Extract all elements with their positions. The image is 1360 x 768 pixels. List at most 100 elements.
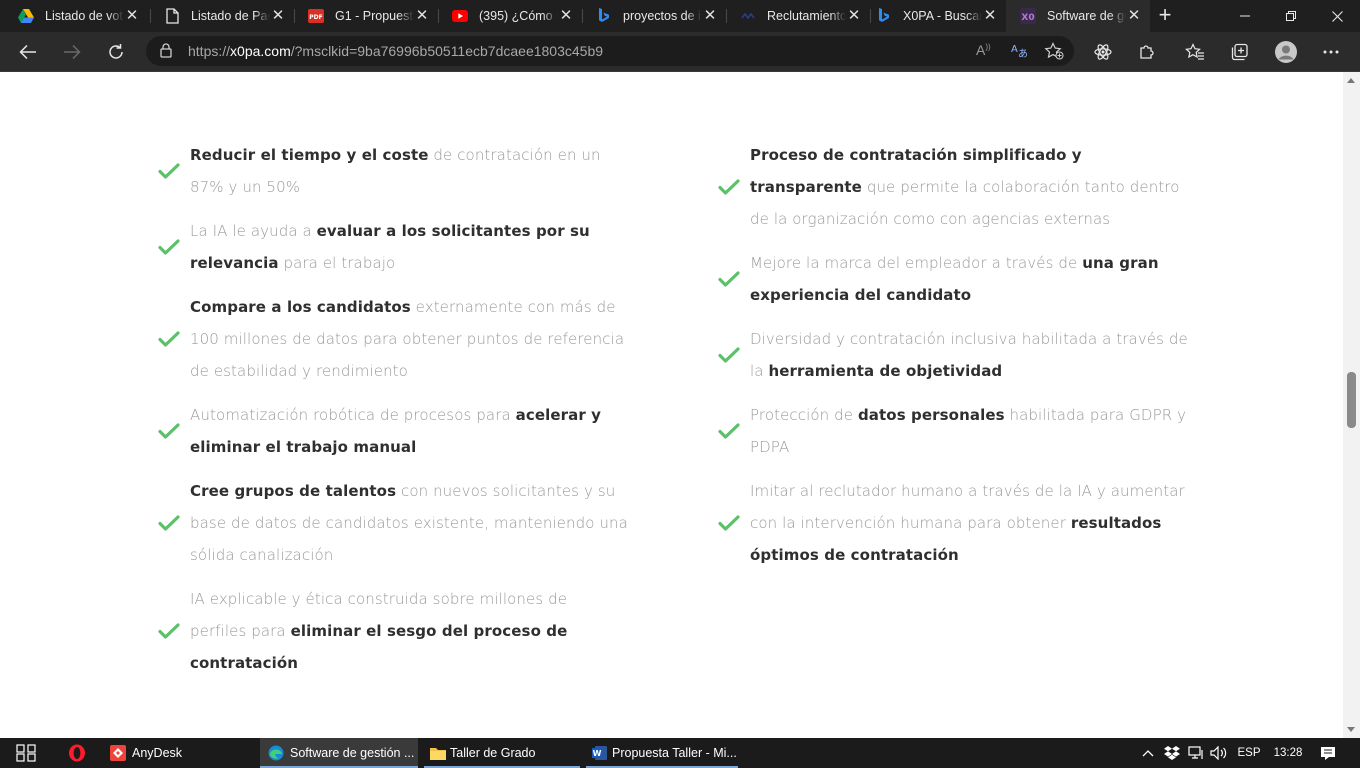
task-view-icon[interactable] xyxy=(0,738,52,768)
feature-bold-text: Compare a los candidatos xyxy=(190,298,411,316)
pdf-icon: PDF xyxy=(308,8,324,24)
document-icon xyxy=(164,8,180,24)
close-icon[interactable]: ✕ xyxy=(124,8,140,24)
network-icon[interactable] xyxy=(1186,738,1206,768)
tab-listado-votos[interactable]: Listado de vot ✕ xyxy=(4,0,148,32)
extension-atom-icon[interactable] xyxy=(1087,36,1119,68)
close-icon[interactable]: ✕ xyxy=(702,8,718,24)
tab-youtube[interactable]: (395) ¿Cómo C ✕ xyxy=(438,0,582,32)
opera-icon[interactable] xyxy=(58,738,96,768)
favorites-icon[interactable] xyxy=(1179,36,1211,68)
feature-item: Proceso de contratación simplificado y t… xyxy=(718,139,1188,235)
more-menu-icon[interactable] xyxy=(1315,36,1347,68)
url-prefix: https:// xyxy=(188,43,231,59)
taskbar-app-label: Propuesta Taller - Mi... xyxy=(612,746,737,760)
language-indicator[interactable]: ESP xyxy=(1234,738,1264,768)
tab-title: proyectos de i xyxy=(623,9,701,23)
windows-taskbar: AnyDesk Software de gestión ... Taller d… xyxy=(0,738,1360,768)
read-aloud-icon[interactable]: A)) xyxy=(976,42,991,58)
svg-text:W: W xyxy=(593,749,602,758)
profile-avatar-icon[interactable] xyxy=(1270,36,1302,68)
restore-icon[interactable] xyxy=(1268,0,1314,32)
scroll-up-arrow-icon[interactable] xyxy=(1347,78,1355,83)
svg-text:A: A xyxy=(1011,44,1018,55)
taskbar-app-explorer[interactable]: Taller de Grado xyxy=(424,738,580,768)
feature-text: Compare a los candidatos externamente co… xyxy=(190,291,628,387)
forward-arrow-icon[interactable] xyxy=(56,36,88,68)
feature-item: La IA le ayuda a evaluar a los solicitan… xyxy=(158,215,628,279)
feature-text: Protección de datos personales habilitad… xyxy=(750,399,1188,463)
page-scrollbar[interactable] xyxy=(1343,72,1360,738)
notifications-icon[interactable] xyxy=(1314,738,1342,768)
svg-text:あ: あ xyxy=(1018,48,1028,59)
taskbar-app-anydesk[interactable]: AnyDesk xyxy=(102,738,254,768)
svg-text:PDF: PDF xyxy=(309,14,322,21)
back-arrow-icon[interactable] xyxy=(12,36,44,68)
taskbar-app-word[interactable]: W Propuesta Taller - Mi... xyxy=(586,738,738,768)
feature-text: IA explicable y ética construida sobre m… xyxy=(190,583,628,679)
clock[interactable]: 13:28 xyxy=(1268,738,1308,768)
taskbar-app-label: AnyDesk xyxy=(132,746,183,760)
feature-bold-text: Reducir el tiempo y el coste xyxy=(190,146,429,164)
feature-plain-text: Protección de xyxy=(750,406,858,424)
checkmark-icon xyxy=(718,515,750,531)
scroll-down-arrow-icon[interactable] xyxy=(1347,727,1355,732)
x0pa-icon: X0 xyxy=(1020,8,1036,24)
taskbar-app-edge[interactable]: Software de gestión ... xyxy=(260,738,418,768)
close-icon[interactable]: ✕ xyxy=(414,8,430,24)
checkmark-icon xyxy=(718,347,750,363)
feature-text: Cree grupos de talentos con nuevos solic… xyxy=(190,475,628,571)
feature-plain-text: Mejore la marca del empleador a través d… xyxy=(750,254,1083,272)
close-icon[interactable]: ✕ xyxy=(270,8,286,24)
tab-title: X0PA - Buscar xyxy=(903,9,982,23)
scrollbar-thumb[interactable] xyxy=(1347,372,1356,428)
feature-item: Compare a los candidatos externamente co… xyxy=(158,291,628,387)
url-path: /?msclkid=9ba76996b50511ecb7dcaee1803c45… xyxy=(290,43,604,59)
tab-x0pa-buscar[interactable]: X0PA - Buscar ✕ xyxy=(862,0,1006,32)
tab-proyectos[interactable]: proyectos de i ✕ xyxy=(582,0,726,32)
extensions-puzzle-icon[interactable] xyxy=(1131,36,1163,68)
url-text: https://x0pa.com/?msclkid=9ba76996b50511… xyxy=(188,43,603,59)
feature-bold-text: herramienta de objetividad xyxy=(768,362,1003,380)
close-icon[interactable]: ✕ xyxy=(846,8,862,24)
favorite-add-icon[interactable] xyxy=(1044,42,1064,65)
feature-plain-text: Automatización robótica de procesos para xyxy=(190,406,516,424)
tab-title: G1 - Propuesta xyxy=(335,9,414,23)
feature-plain-text: La IA le ayuda a xyxy=(190,222,317,240)
dropbox-icon[interactable] xyxy=(1162,738,1182,768)
close-icon[interactable]: ✕ xyxy=(1126,8,1142,24)
lock-icon[interactable] xyxy=(160,43,172,63)
feature-text: Proceso de contratación simplificado y t… xyxy=(750,139,1188,235)
feature-bold-text: Cree grupos de talentos xyxy=(190,482,397,500)
folder-icon xyxy=(430,745,446,761)
address-bar[interactable]: https://x0pa.com/?msclkid=9ba76996b50511… xyxy=(146,36,1074,66)
new-tab-plus-icon[interactable]: + xyxy=(1152,4,1178,28)
web-page-content: Reducir el tiempo y el coste de contrata… xyxy=(0,72,1343,738)
youtube-icon xyxy=(452,8,468,24)
refresh-icon[interactable] xyxy=(100,36,132,68)
feature-item: Protección de datos personales habilitad… xyxy=(718,399,1188,463)
tab-listado-paginas[interactable]: Listado de Pag ✕ xyxy=(150,0,294,32)
feature-item: Mejore la marca del empleador a través d… xyxy=(718,247,1188,311)
tab-g1-propuesta[interactable]: PDF G1 - Propuesta ✕ xyxy=(294,0,438,32)
feature-item: Reducir el tiempo y el coste de contrata… xyxy=(158,139,628,203)
close-icon[interactable]: ✕ xyxy=(982,8,998,24)
checkmark-icon xyxy=(158,331,190,347)
close-icon[interactable]: ✕ xyxy=(558,8,574,24)
chevron-up-icon[interactable] xyxy=(1138,738,1158,768)
collections-icon[interactable] xyxy=(1224,36,1256,68)
window-close-icon[interactable] xyxy=(1314,0,1360,32)
volume-icon[interactable] xyxy=(1208,738,1230,768)
taskbar-app-label: Software de gestión ... xyxy=(290,746,415,760)
bing-icon xyxy=(596,8,612,24)
feature-text: Mejore la marca del empleador a través d… xyxy=(750,247,1188,311)
word-icon: W xyxy=(592,745,608,761)
tab-title: Listado de Pag xyxy=(191,9,270,23)
tab-reclutamiento[interactable]: Reclutamiento ✕ xyxy=(726,0,870,32)
edge-icon xyxy=(268,745,284,761)
tab-software-gestion[interactable]: X0 Software de ge ✕ xyxy=(1006,0,1150,32)
feature-item: Imitar al reclutador humano a través de … xyxy=(718,475,1188,571)
translate-icon[interactable]: Aあ xyxy=(1010,41,1028,64)
minimize-icon[interactable] xyxy=(1222,0,1268,32)
feature-text: Reducir el tiempo y el coste de contrata… xyxy=(190,139,628,203)
